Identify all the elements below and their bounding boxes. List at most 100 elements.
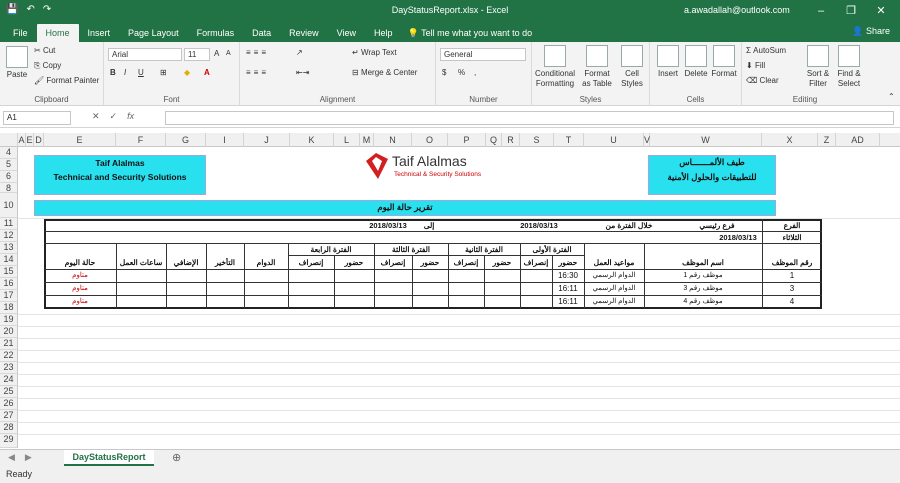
restore-icon[interactable]: ❐ xyxy=(836,2,866,20)
copy-button[interactable]: ⎘ Copy xyxy=(34,61,61,71)
row-header[interactable]: 5 xyxy=(0,159,18,171)
shrink-font-button[interactable]: A xyxy=(226,50,231,57)
cell-styles-button[interactable]: Cell Styles xyxy=(618,45,646,89)
cut-button[interactable]: ✂ Cut xyxy=(34,46,55,55)
tab-review[interactable]: Review xyxy=(280,24,328,42)
row-header[interactable]: 13 xyxy=(0,242,18,254)
column-header[interactable]: R xyxy=(502,133,520,147)
tab-page-layout[interactable]: Page Layout xyxy=(119,24,188,42)
sheet-tab-daystatusreport[interactable]: DayStatusReport xyxy=(64,450,154,466)
column-header[interactable]: Q xyxy=(486,133,502,147)
fill-button[interactable]: ⬇ Fill xyxy=(746,61,765,70)
grow-font-button[interactable]: A xyxy=(214,49,219,58)
row-header[interactable]: 27 xyxy=(0,410,18,422)
tab-data[interactable]: Data xyxy=(243,24,280,42)
column-header[interactable]: S xyxy=(520,133,554,147)
column-header[interactable]: I xyxy=(206,133,244,147)
row-header[interactable]: 14 xyxy=(0,254,18,266)
font-name-combo[interactable]: Arial xyxy=(108,48,182,61)
column-header[interactable]: AD xyxy=(836,133,880,147)
column-header[interactable]: W xyxy=(650,133,762,147)
delete-cells-button[interactable]: Delete xyxy=(682,45,710,79)
column-header[interactable]: X xyxy=(762,133,818,147)
scroll-right-icon[interactable]: ▶ xyxy=(25,452,32,463)
enter-icon[interactable]: ✓ xyxy=(110,111,118,122)
close-icon[interactable]: ✕ xyxy=(866,2,896,20)
underline-button[interactable]: U xyxy=(138,68,144,77)
row-header[interactable]: 26 xyxy=(0,398,18,410)
vertical-align-icons[interactable]: ≡≡≡ xyxy=(246,48,269,57)
row-header[interactable]: 8 xyxy=(0,183,18,193)
italic-button[interactable]: I xyxy=(124,68,126,77)
formula-input[interactable] xyxy=(165,111,894,125)
row-header[interactable]: 28 xyxy=(0,422,18,434)
row-header[interactable]: 18 xyxy=(0,302,18,314)
tab-home[interactable]: Home xyxy=(36,24,79,42)
row-header[interactable]: 25 xyxy=(0,386,18,398)
bold-button[interactable]: B xyxy=(110,68,116,77)
column-header[interactable]: U xyxy=(584,133,644,147)
row-header[interactable]: 22 xyxy=(0,350,18,362)
column-header[interactable]: E xyxy=(26,133,34,147)
find-select-button[interactable]: Find & Select xyxy=(834,45,864,89)
column-header[interactable]: A xyxy=(18,133,26,147)
row-header[interactable]: 6 xyxy=(0,171,18,183)
name-box[interactable]: A1 xyxy=(3,111,71,125)
currency-button[interactable]: $ xyxy=(442,68,446,77)
merge-center-button[interactable]: ⊟ Merge & Center xyxy=(352,68,417,77)
format-cells-button[interactable]: Format xyxy=(710,45,738,79)
column-header[interactable]: T xyxy=(554,133,584,147)
percent-button[interactable]: % xyxy=(458,68,465,77)
format-as-table-button[interactable]: Format as Table xyxy=(580,45,614,89)
row-header[interactable]: 24 xyxy=(0,374,18,386)
column-header[interactable]: O xyxy=(412,133,448,147)
row-header[interactable]: 20 xyxy=(0,326,18,338)
wrap-text-button[interactable]: ↵ Wrap Text xyxy=(352,48,397,57)
font-color-icon[interactable]: A xyxy=(204,68,210,77)
column-header[interactable]: L xyxy=(334,133,360,147)
row-header[interactable]: 29 xyxy=(0,434,18,448)
insert-cells-button[interactable]: Insert xyxy=(654,45,682,79)
tell-me-search[interactable]: 💡 Tell me what you want to do xyxy=(408,24,533,42)
cancel-icon[interactable]: ✕ xyxy=(92,111,100,122)
row-header[interactable]: 10 xyxy=(0,193,18,218)
scroll-left-icon[interactable]: ◀ xyxy=(8,452,15,463)
column-header[interactable]: P xyxy=(448,133,486,147)
column-header[interactable]: K xyxy=(290,133,334,147)
horizontal-align-icons[interactable]: ≡≡≡ xyxy=(246,68,269,77)
worksheet-grid[interactable]: Taif Alalmas Technical and Security Solu… xyxy=(18,147,900,448)
borders-icon[interactable]: ⊞ xyxy=(160,68,167,77)
row-header[interactable]: 21 xyxy=(0,338,18,350)
sort-filter-button[interactable]: Sort & Filter xyxy=(804,45,832,89)
tab-view[interactable]: View xyxy=(328,24,365,42)
column-header[interactable]: N xyxy=(374,133,412,147)
collapse-ribbon-icon[interactable]: ⌃ xyxy=(888,92,895,101)
column-header[interactable]: D xyxy=(34,133,44,147)
tab-file[interactable]: File xyxy=(4,24,37,42)
fill-color-icon[interactable]: ◆ xyxy=(184,68,190,77)
column-header[interactable]: F xyxy=(116,133,166,147)
insert-function-icon[interactable]: fx xyxy=(127,111,134,122)
tab-help[interactable]: Help xyxy=(365,24,402,42)
tab-formulas[interactable]: Formulas xyxy=(188,24,244,42)
column-header[interactable]: J xyxy=(244,133,290,147)
autosum-button[interactable]: Σ AutoSum xyxy=(746,46,786,55)
row-header[interactable]: 11 xyxy=(0,218,18,230)
clear-button[interactable]: ⌫ Clear xyxy=(746,76,779,85)
orientation-icon[interactable]: ↗ xyxy=(296,48,303,57)
tab-insert[interactable]: Insert xyxy=(79,24,120,42)
row-header[interactable]: 12 xyxy=(0,230,18,242)
paste-button[interactable]: Paste xyxy=(4,46,30,80)
indent-icons[interactable]: ⇤⇥ xyxy=(296,68,309,77)
column-header[interactable]: Z xyxy=(818,133,836,147)
column-header[interactable]: M xyxy=(360,133,374,147)
row-header[interactable]: 17 xyxy=(0,290,18,302)
row-header[interactable]: 19 xyxy=(0,314,18,326)
font-size-combo[interactable]: 11 xyxy=(184,48,210,61)
row-header[interactable]: 16 xyxy=(0,278,18,290)
column-header[interactable]: G xyxy=(166,133,206,147)
comma-button[interactable]: , xyxy=(474,68,476,77)
minimize-icon[interactable]: – xyxy=(806,2,836,20)
select-all-corner[interactable] xyxy=(0,133,18,147)
conditional-formatting-button[interactable]: Conditional Formatting xyxy=(534,45,576,89)
